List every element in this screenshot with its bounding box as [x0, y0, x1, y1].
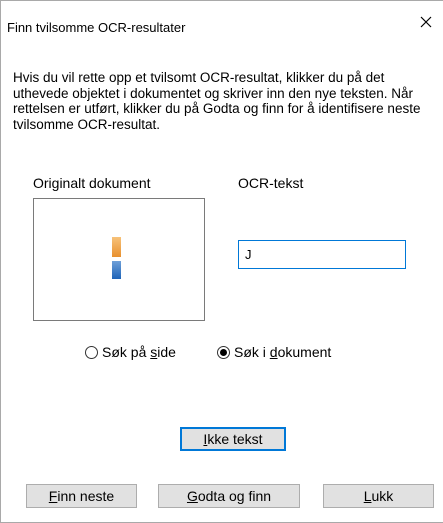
preview-fragment-orange — [112, 237, 121, 257]
original-document-label: Originalt dokument — [33, 175, 151, 191]
dialog-title: Finn tvilsomme OCR-resultater — [7, 20, 186, 35]
close-icon — [420, 16, 432, 28]
search-page-radio-circle[interactable] — [85, 345, 98, 359]
ocr-dialog: Finn tvilsomme OCR-resultater Hvis du vi… — [0, 0, 443, 523]
original-document-preview — [33, 198, 205, 321]
find-next-button[interactable]: Finn neste — [26, 484, 137, 508]
search-document-label: Søk i dokument — [234, 344, 332, 360]
preview-fragment-blue — [112, 261, 121, 279]
not-text-button[interactable]: Ikke tekst — [180, 427, 286, 451]
ocr-text-input[interactable] — [238, 240, 406, 269]
accept-and-find-button[interactable]: Godta og finn — [158, 484, 300, 508]
search-document-radio-circle[interactable] — [217, 345, 230, 359]
close-button[interactable] — [408, 7, 443, 37]
search-page-radio[interactable]: Søk på side — [85, 344, 176, 360]
close-dialog-button[interactable]: Lukk — [323, 484, 434, 508]
search-page-label: Søk på side — [102, 344, 176, 360]
instructions-text: Hvis du vil rette opp et tvilsomt OCR-re… — [13, 70, 421, 132]
search-document-radio[interactable]: Søk i dokument — [217, 344, 331, 360]
ocr-text-label: OCR-tekst — [238, 175, 304, 191]
